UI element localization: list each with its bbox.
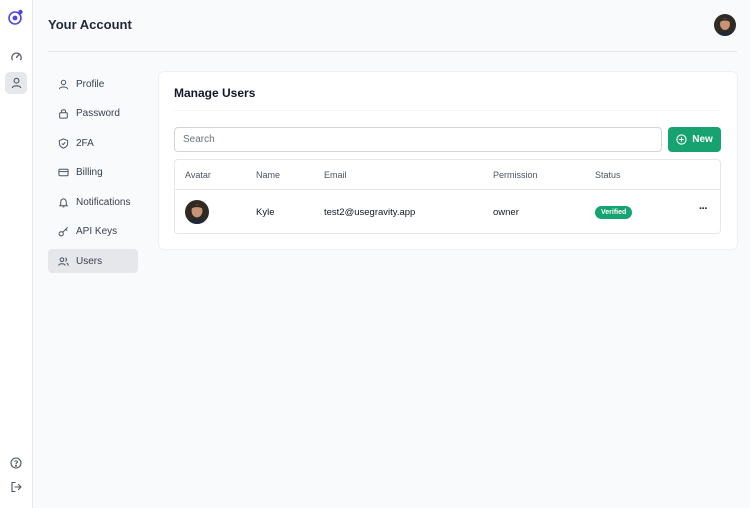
column-header-avatar: Avatar <box>185 170 211 180</box>
sign-out-icon[interactable] <box>5 476 27 498</box>
nav-item-label: Users <box>76 255 103 267</box>
card-title: Manage Users <box>174 86 256 100</box>
search-input[interactable] <box>174 127 662 152</box>
logo-icon[interactable] <box>5 6 27 28</box>
nav-item-2fa[interactable]: 2FA <box>48 131 138 155</box>
new-button-label: New <box>692 134 713 145</box>
nav-item-profile[interactable]: Profile <box>48 72 138 96</box>
shield-icon <box>58 137 69 149</box>
lock-icon <box>58 108 69 119</box>
nav-item-label: API Keys <box>76 225 118 237</box>
cell-permission: owner <box>493 207 519 218</box>
cell-email: test2@usegravity.app <box>324 207 416 218</box>
column-header-permission: Permission <box>493 170 538 180</box>
nav-item-billing[interactable]: Billing <box>48 160 138 184</box>
column-header-email: Email <box>324 170 347 180</box>
nav-item-label: Billing <box>76 166 103 178</box>
help-icon[interactable] <box>5 452 27 474</box>
nav-item-label: Password <box>76 107 120 119</box>
user-icon <box>58 79 69 90</box>
column-header-name: Name <box>256 170 281 180</box>
new-user-button[interactable]: New <box>668 127 721 152</box>
table-header: Avatar Name Email Permission Status <box>175 160 720 190</box>
dashboard-gauge-icon[interactable] <box>5 45 27 67</box>
user-avatar[interactable] <box>714 14 736 36</box>
nav-item-label: Notifications <box>76 196 131 208</box>
header: Your Account <box>33 0 750 52</box>
row-actions-button[interactable]: ··· <box>699 203 708 215</box>
status-badge: Verified <box>595 206 633 219</box>
cell-name: Kyle <box>256 207 275 218</box>
users-icon <box>58 256 69 267</box>
credit-card-icon <box>58 167 69 178</box>
bell-icon <box>58 197 69 208</box>
nav-item-password[interactable]: Password <box>48 101 138 125</box>
card-divider <box>174 110 721 111</box>
nav-item-label: 2FA <box>76 137 94 149</box>
nav-item-users[interactable]: Users <box>48 249 138 273</box>
page-title: Your Account <box>48 17 132 32</box>
icon-rail <box>0 0 33 508</box>
row-avatar <box>185 200 209 224</box>
users-table: Avatar Name Email Permission Status Kyle… <box>174 159 721 234</box>
nav-item-notifications[interactable]: Notifications <box>48 190 138 214</box>
account-user-icon[interactable] <box>5 72 27 94</box>
key-icon <box>58 226 69 237</box>
manage-users-card: Manage Users New Avatar Name Email Permi… <box>159 72 737 249</box>
plus-circle-icon <box>676 134 687 145</box>
header-divider <box>48 51 737 52</box>
column-header-status: Status <box>595 170 621 180</box>
nav-item-api-keys[interactable]: API Keys <box>48 219 138 243</box>
nav-item-label: Profile <box>76 78 105 90</box>
